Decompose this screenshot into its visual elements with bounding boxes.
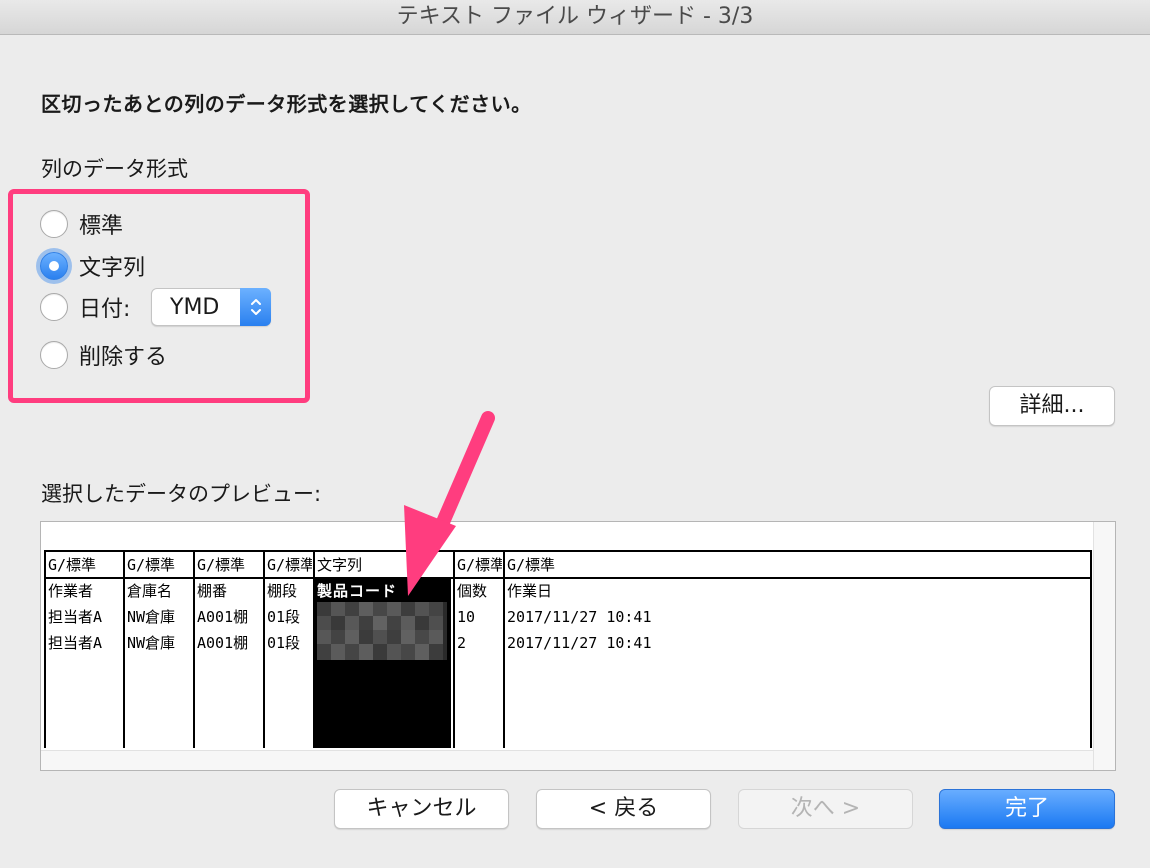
finish-button[interactable]: 完了: [939, 789, 1115, 829]
back-button[interactable]: < 戻る: [536, 789, 711, 829]
next-button[interactable]: 次へ >: [738, 789, 913, 829]
annotation-arrow-icon: [404, 411, 495, 596]
cancel-button[interactable]: キャンセル: [334, 789, 509, 829]
